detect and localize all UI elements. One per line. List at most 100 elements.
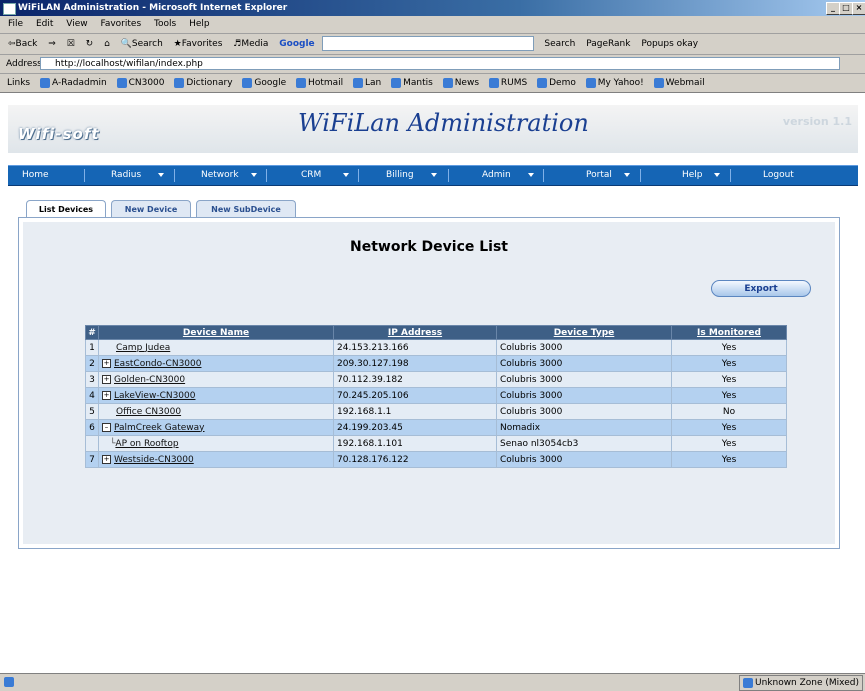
device-link[interactable]: Camp Judea	[116, 343, 170, 353]
row-number: 2	[85, 355, 99, 372]
link-item[interactable]: Mantis	[391, 77, 433, 88]
menu-favorites[interactable]: Favorites	[100, 19, 141, 29]
nav-home[interactable]: Home	[22, 166, 49, 185]
nav-network[interactable]: Network	[201, 166, 239, 185]
nav-logout[interactable]: Logout	[763, 166, 794, 185]
table-row: 5 Office CN3000 192.168.1.1 Colubris 300…	[85, 403, 787, 420]
nav-admin[interactable]: Admin	[482, 166, 511, 185]
google-search-button[interactable]: Search	[544, 34, 575, 54]
device-link[interactable]: Westside-CN3000	[114, 455, 194, 465]
stop-icon[interactable]: ☒	[67, 34, 75, 54]
link-item[interactable]: Lan	[353, 77, 381, 88]
link-item[interactable]: Demo	[537, 77, 576, 88]
menu-file[interactable]: File	[8, 19, 23, 29]
security-zone: Unknown Zone (Mixed)	[738, 675, 863, 691]
monitored-cell: Yes	[671, 435, 787, 452]
type-cell: Colubris 3000	[496, 403, 672, 420]
menu-view[interactable]: View	[66, 19, 87, 29]
device-link[interactable]: LakeView-CN3000	[114, 391, 195, 401]
device-name-cell: └AP on Rooftop	[98, 435, 334, 452]
link-item[interactable]: CN3000	[116, 77, 165, 88]
expand-icon[interactable]: +	[102, 454, 111, 464]
nav-portal[interactable]: Portal	[586, 166, 612, 185]
link-item[interactable]: News	[442, 77, 479, 88]
google-search-input[interactable]	[321, 36, 534, 51]
chevron-down-icon	[624, 173, 630, 177]
monitored-cell: No	[671, 403, 787, 420]
device-name-cell: + Golden-CN3000	[98, 371, 334, 388]
nav-help[interactable]: Help	[682, 166, 703, 185]
link-item[interactable]: Dictionary	[174, 77, 233, 88]
table-row: 7 + Westside-CN3000 70.128.176.122 Colubr…	[85, 451, 787, 468]
back-button[interactable]: ⇦Back	[8, 34, 37, 54]
link-item[interactable]: A-Radadmin	[40, 77, 107, 88]
monitored-cell: Yes	[671, 387, 787, 404]
monitored-cell: Yes	[671, 451, 787, 468]
link-icon	[353, 77, 364, 88]
expand-icon[interactable]: +	[102, 374, 111, 384]
device-table: # Device Name IP Address Device Type Is …	[85, 325, 787, 468]
device-link[interactable]: EastCondo-CN3000	[114, 359, 201, 369]
device-link[interactable]: PalmCreek Gateway	[114, 423, 205, 433]
expand-icon[interactable]: +	[102, 390, 111, 400]
row-number: 4	[85, 387, 99, 404]
device-link[interactable]: Golden-CN3000	[114, 375, 185, 385]
address-input[interactable]: http://localhost/wifilan/index.php	[40, 57, 840, 70]
link-icon	[242, 77, 253, 88]
panel-body: Network Device List Export # Device Name…	[23, 222, 835, 544]
tab-new-device[interactable]: New Device	[111, 200, 191, 217]
links-bar: Links A-Radadmin CN3000 Dictionary Googl…	[0, 74, 865, 93]
ip-cell: 24.199.203.45	[333, 419, 497, 436]
nav-crm[interactable]: CRM	[301, 166, 321, 185]
nav-separator	[358, 169, 359, 182]
app-header: Wifi-soft WiFiLan Administration version…	[8, 105, 858, 153]
device-link[interactable]: Office CN3000	[116, 407, 181, 417]
minimize-button[interactable]: _	[826, 2, 840, 15]
forward-button[interactable]: ⇒	[48, 34, 56, 54]
browser-toolbar: ⇦Back ⇒ ☒ ↻ ⌂ 🔍Search ★Favorites ♬Media …	[0, 34, 865, 55]
link-item[interactable]: Google	[242, 77, 286, 88]
nav-separator	[266, 169, 267, 182]
column-header-device-type[interactable]: Device Type	[496, 325, 672, 340]
media-button[interactable]: ♬Media	[233, 34, 268, 54]
home-icon[interactable]: ⌂	[104, 34, 110, 54]
link-item[interactable]: Hotmail	[296, 77, 343, 88]
page-status-icon	[4, 676, 14, 687]
google-toolbar-logo[interactable]: Google	[279, 34, 314, 54]
pagerank-indicator: PageRank	[586, 39, 631, 49]
nav-separator	[84, 169, 85, 182]
column-header-is-monitored[interactable]: Is Monitored	[671, 325, 787, 340]
tab-new-subdevice[interactable]: New SubDevice	[196, 200, 296, 217]
menu-edit[interactable]: Edit	[36, 19, 53, 29]
popups-button[interactable]: Popups okay	[641, 34, 698, 54]
maximize-button[interactable]: □	[839, 2, 853, 15]
device-list-panel: Network Device List Export # Device Name…	[18, 217, 840, 549]
link-icon	[391, 77, 402, 88]
type-cell: Colubris 3000	[496, 451, 672, 468]
collapse-icon[interactable]: –	[102, 422, 111, 432]
menu-tools[interactable]: Tools	[154, 19, 176, 29]
ip-cell: 209.30.127.198	[333, 355, 497, 372]
tab-list-devices[interactable]: List Devices	[26, 200, 106, 218]
nav-radius[interactable]: Radius	[111, 166, 141, 185]
chevron-down-icon	[528, 173, 534, 177]
device-name-cell: + LakeView-CN3000	[98, 387, 334, 404]
link-item[interactable]: RUMS	[488, 77, 527, 88]
link-item[interactable]: My Yahoo!	[585, 77, 644, 88]
link-icon	[442, 77, 453, 88]
expand-icon[interactable]: +	[102, 358, 111, 368]
column-header-device-name[interactable]: Device Name	[98, 325, 334, 340]
close-button[interactable]: ×	[852, 2, 865, 15]
favorites-button[interactable]: ★Favorites	[174, 34, 223, 54]
device-link[interactable]: AP on Rooftop	[115, 439, 178, 449]
link-item[interactable]: Webmail	[653, 77, 705, 88]
search-button[interactable]: 🔍Search	[121, 34, 163, 54]
status-bar: Unknown Zone (Mixed)	[0, 673, 865, 691]
links-label: Links	[7, 78, 31, 88]
monitored-cell: Yes	[671, 371, 787, 388]
refresh-icon[interactable]: ↻	[86, 34, 94, 54]
column-header-ip-address[interactable]: IP Address	[333, 325, 497, 340]
nav-billing[interactable]: Billing	[386, 166, 414, 185]
menu-help[interactable]: Help	[189, 19, 210, 29]
export-button[interactable]: Export	[711, 280, 811, 297]
